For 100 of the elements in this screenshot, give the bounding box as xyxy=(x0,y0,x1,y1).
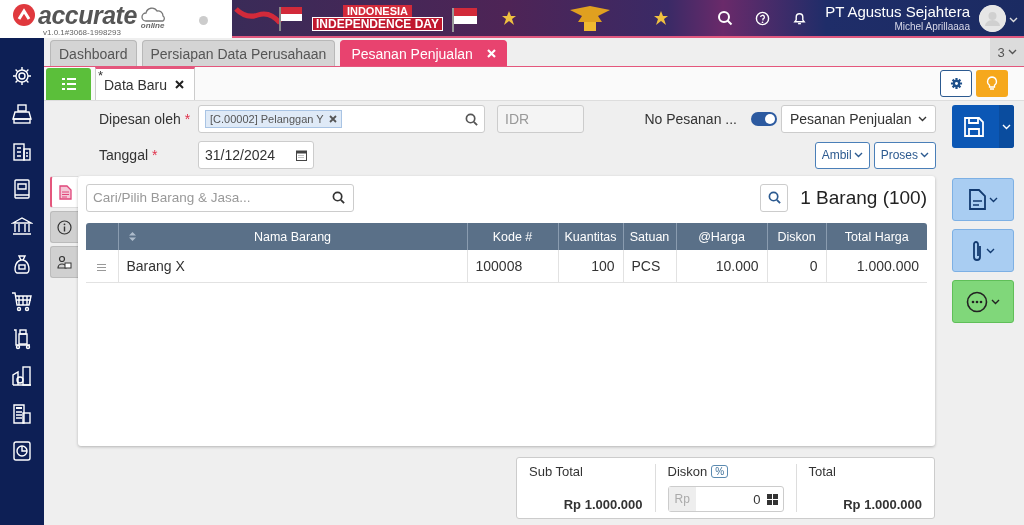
side-tab[interactable] xyxy=(50,246,78,278)
item-search-field[interactable]: Cari/Pilih Barang & Jasa... xyxy=(86,183,354,212)
document-icon xyxy=(968,189,986,210)
table-cell: 0 xyxy=(767,250,826,283)
tab-overflow-button[interactable]: 3 xyxy=(990,38,1024,66)
field-label: Dipesan oleh * xyxy=(99,111,192,127)
document-icon xyxy=(58,184,72,200)
dropdown-button[interactable]: Ambil xyxy=(814,141,870,169)
chevron-down-icon xyxy=(1007,49,1017,55)
notification-bell-icon[interactable] xyxy=(792,10,808,26)
chevron-down-icon xyxy=(918,116,927,122)
lightbulb-icon xyxy=(986,76,998,91)
item-count: 1 Barang (100) xyxy=(800,186,927,209)
column-header[interactable]: @Harga xyxy=(676,223,767,250)
save-icon xyxy=(963,115,985,138)
total-value: Rp 1.000.000 xyxy=(842,497,922,512)
table-header-cell xyxy=(86,223,118,250)
table-cell: 100 xyxy=(558,250,623,283)
column-header[interactable]: Nama Barang xyxy=(118,223,467,250)
close-icon[interactable] xyxy=(175,80,185,89)
column-header[interactable]: Satuan xyxy=(623,223,676,250)
star-icon xyxy=(500,10,517,26)
total-label: Total xyxy=(808,464,837,479)
type-select[interactable]: Pesanan Penjualan xyxy=(781,105,936,133)
field-label: Tanggal * xyxy=(99,147,159,163)
cloud-icon xyxy=(139,6,168,23)
chevron-down-icon xyxy=(1002,123,1011,130)
chevron-down-icon xyxy=(1009,17,1018,23)
table-cell: 10.000 xyxy=(676,250,767,283)
logo-subtitle: online xyxy=(140,20,165,30)
more-options-button[interactable] xyxy=(952,280,1014,323)
subtotal-label: Sub Total xyxy=(529,464,584,479)
tax-document-icon[interactable] xyxy=(11,402,33,425)
building-icon[interactable] xyxy=(11,140,33,162)
logo-wordmark: accurate xyxy=(38,1,137,28)
save-button[interactable] xyxy=(952,105,1014,148)
chevron-down-icon xyxy=(853,152,863,158)
company-name: PT Agustus Sejahtera xyxy=(825,3,970,21)
drag-handle-icon[interactable] xyxy=(97,264,107,271)
user-name: Michel Aprillaaaa xyxy=(894,21,970,33)
tab[interactable]: Persiapan Data Perusahaan xyxy=(141,40,336,66)
calculator-icon[interactable] xyxy=(766,493,778,505)
date-field[interactable]: 31/12/2024 xyxy=(198,141,314,169)
gear-icon[interactable] xyxy=(11,65,33,87)
side-tab[interactable] xyxy=(50,176,78,208)
cash-register-icon[interactable] xyxy=(11,102,33,125)
document-menu-button[interactable] xyxy=(952,178,1014,221)
tab[interactable]: Dashboard xyxy=(50,40,137,66)
column-header[interactable]: Diskon xyxy=(767,223,826,250)
banner-title: INDONESIA xyxy=(342,5,412,17)
version-label: v1.0.1#3068-1998293 xyxy=(43,27,122,37)
search-icon xyxy=(767,191,781,204)
factory-icon[interactable] xyxy=(11,365,33,387)
chevron-down-icon xyxy=(991,298,1000,305)
paperclip-icon xyxy=(971,239,983,262)
more-icon xyxy=(966,290,988,313)
book-icon[interactable] xyxy=(11,177,33,200)
table-cell: PCS xyxy=(623,250,676,283)
percent-toggle[interactable]: % xyxy=(711,465,729,478)
search-icon xyxy=(465,112,478,126)
bank-icon[interactable] xyxy=(11,215,33,237)
tab[interactable]: Pesanan Penjualan xyxy=(340,40,507,66)
side-tab[interactable] xyxy=(50,211,78,243)
table-cell: 100008 xyxy=(467,250,558,283)
document-tab[interactable]: *Data Baru xyxy=(95,67,196,100)
banner-subtitle: INDEPENDENCE DAY xyxy=(312,17,443,31)
cart-icon[interactable] xyxy=(11,290,33,312)
column-header[interactable]: Kode # xyxy=(467,223,558,250)
star-icon xyxy=(652,10,669,26)
column-header[interactable]: Total Harga xyxy=(826,223,927,250)
attachment-button[interactable] xyxy=(952,229,1014,272)
hand-truck-icon[interactable] xyxy=(11,327,33,350)
money-bag-icon[interactable] xyxy=(11,252,33,275)
person-card-icon xyxy=(57,254,72,270)
settings-button[interactable] xyxy=(940,70,972,97)
column-header[interactable]: Kuantitas xyxy=(558,223,623,250)
chevron-down-icon xyxy=(986,247,995,254)
discount-field[interactable]: Rp 0 xyxy=(667,486,784,512)
sort-icon[interactable] xyxy=(128,232,136,241)
logo-icon xyxy=(13,3,35,26)
table-cell: 1.000.000 xyxy=(826,250,927,283)
search-icon[interactable] xyxy=(717,10,734,26)
settings-icon xyxy=(949,77,963,90)
dropdown-button[interactable]: Proses xyxy=(873,141,936,169)
report-icon[interactable] xyxy=(11,440,33,462)
remove-icon[interactable] xyxy=(328,115,337,123)
calendar-icon[interactable] xyxy=(296,149,307,161)
customer-field[interactable]: [C.00002] Pelanggan Y xyxy=(198,105,485,133)
chevron-down-icon xyxy=(920,152,929,158)
avatar[interactable] xyxy=(979,4,1006,32)
table-cell: Barang X xyxy=(118,250,467,283)
search-button[interactable] xyxy=(760,183,789,212)
auto-number-toggle[interactable] xyxy=(751,112,777,126)
chevron-down-icon xyxy=(988,196,998,203)
list-icon xyxy=(60,77,77,91)
discount-label: Diskon xyxy=(667,464,708,479)
field-label: No Pesanan ... xyxy=(644,111,737,127)
help-icon[interactable] xyxy=(755,10,771,26)
info-icon xyxy=(57,219,72,235)
customer-chip[interactable]: [C.00002] Pelanggan Y xyxy=(205,110,342,128)
